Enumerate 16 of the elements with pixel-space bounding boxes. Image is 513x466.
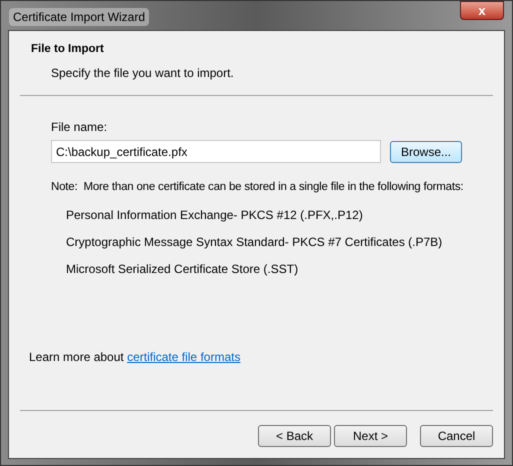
field-label: File name: (51, 119, 108, 136)
close-button[interactable]: x (460, 1, 504, 20)
window-title: Certificate Import Wizard (9, 8, 150, 26)
page-subtitle: Specify the file you want to import. (51, 65, 235, 82)
formats-link[interactable]: certificate file formats (127, 350, 240, 364)
browse-button[interactable]: Browse... (390, 140, 462, 163)
format-item: Cryptographic Message Syntax Standard- PKCS #7 Certificates (.P7B) (66, 234, 444, 250)
format-item: Personal Information Exchange- PKCS #12 (.PFX,.P12) (66, 206, 364, 224)
wizard-button[interactable]: < Back (258, 425, 331, 447)
wizard-button[interactable]: Cancel (420, 425, 493, 447)
learn-more-text: Learn more about certificate file formats (29, 350, 240, 364)
page-title: File to Import (31, 42, 105, 57)
note-text: Note: More than one certificate can be stored in a single file in the following formats: (51, 180, 464, 196)
format-item: Microsoft Serialized Certificate Store (.SST) (66, 260, 300, 278)
wizard-button[interactable]: Next > (334, 425, 407, 447)
file-name-field[interactable]: C:\backup_certificate.pfx (51, 140, 381, 164)
